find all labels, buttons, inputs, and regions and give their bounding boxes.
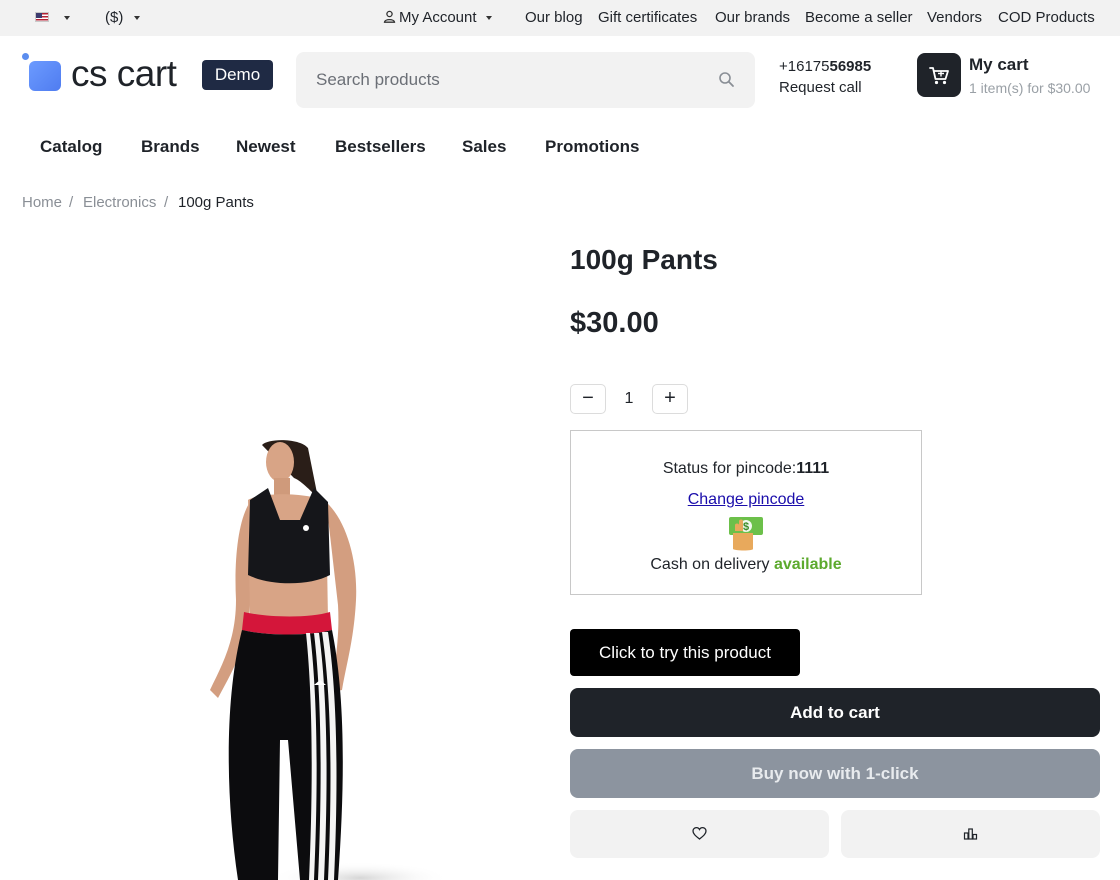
cart-icon (929, 67, 949, 85)
currency-label: ($) (105, 9, 124, 26)
pincode-status-box: Status for pincode:1111 Change pincode $… (570, 430, 922, 595)
link-gift-certificates[interactable]: Gift certificates (598, 0, 697, 36)
buy-now-button[interactable]: Buy now with 1-click (570, 749, 1100, 798)
search-input[interactable] (316, 68, 696, 92)
link-vendors[interactable]: Vendors (927, 0, 982, 36)
cash-hand-icon: $ (729, 517, 763, 551)
cod-status: Cash on delivery available (571, 555, 921, 575)
cart-summary: 1 item(s) for $30.00 (969, 80, 1091, 96)
try-product-button[interactable]: Click to try this product (570, 629, 800, 676)
link-cod-products[interactable]: COD Products (998, 0, 1095, 36)
breadcrumb-separator: / (164, 194, 169, 211)
breadcrumb-current: 100g Pants (178, 194, 254, 211)
demo-badge: Demo (202, 60, 273, 90)
change-pincode-link[interactable]: Change pincode (688, 491, 805, 508)
product-price: $30.00 (570, 307, 659, 339)
quantity-value[interactable]: 1 (614, 389, 644, 409)
nav-sales[interactable]: Sales (462, 136, 506, 158)
nav-promotions[interactable]: Promotions (545, 136, 639, 158)
my-account-label: My Account (399, 9, 477, 26)
search-icon[interactable] (718, 71, 735, 88)
user-icon (383, 10, 396, 23)
compare-button[interactable] (841, 810, 1100, 858)
nav-catalog[interactable]: Catalog (40, 136, 102, 158)
logo-square-icon (29, 61, 61, 91)
svg-text:$: $ (743, 521, 749, 533)
nav-brands[interactable]: Brands (141, 136, 200, 158)
request-call-link[interactable]: Request call (779, 78, 862, 98)
breadcrumb-electronics[interactable]: Electronics (83, 193, 156, 213)
link-our-blog[interactable]: Our blog (525, 0, 583, 36)
breadcrumb-home[interactable]: Home (22, 193, 62, 213)
phone-bold: 56985 (829, 58, 872, 75)
cart-title[interactable]: My cart (969, 55, 1029, 75)
nav-newest[interactable]: Newest (236, 136, 296, 158)
breadcrumb-separator: / (69, 194, 74, 211)
phone-number: +1617556985 (779, 57, 871, 77)
quantity-increase-button[interactable]: + (652, 384, 688, 414)
link-our-brands[interactable]: Our brands (715, 0, 790, 36)
logo-dot (22, 53, 29, 60)
currency-selector[interactable]: ($) (105, 0, 140, 36)
my-account-menu[interactable]: My Account (383, 0, 492, 36)
phone-prefix: +16175 (779, 58, 830, 75)
cod-available: available (774, 556, 842, 573)
pincode-status: Status for pincode:1111 (571, 459, 921, 479)
logo-text: cs cart (71, 53, 177, 94)
quantity-decrease-button[interactable]: − (570, 384, 606, 414)
nav-bestsellers[interactable]: Bestsellers (335, 136, 426, 158)
heart-icon (692, 826, 707, 840)
pincode-label: Status for pincode: (662, 460, 797, 477)
cod-label: Cash on delivery (650, 556, 770, 573)
wishlist-button[interactable] (570, 810, 829, 858)
top-bar: ($) My Account Our blog Gift certificate… (0, 0, 1120, 36)
us-flag-icon[interactable] (35, 12, 49, 22)
cart-button[interactable] (917, 53, 961, 97)
pincode-value: 1111 (796, 460, 830, 477)
product-image[interactable] (150, 440, 550, 880)
compare-bars-icon (963, 828, 978, 840)
product-title: 100g Pants (570, 244, 718, 275)
change-pincode: Change pincode (571, 490, 921, 510)
link-become-seller[interactable]: Become a seller (805, 0, 913, 36)
language-dropdown-caret[interactable] (64, 0, 70, 36)
add-to-cart-button[interactable]: Add to cart (570, 688, 1100, 737)
search-box (296, 52, 755, 108)
